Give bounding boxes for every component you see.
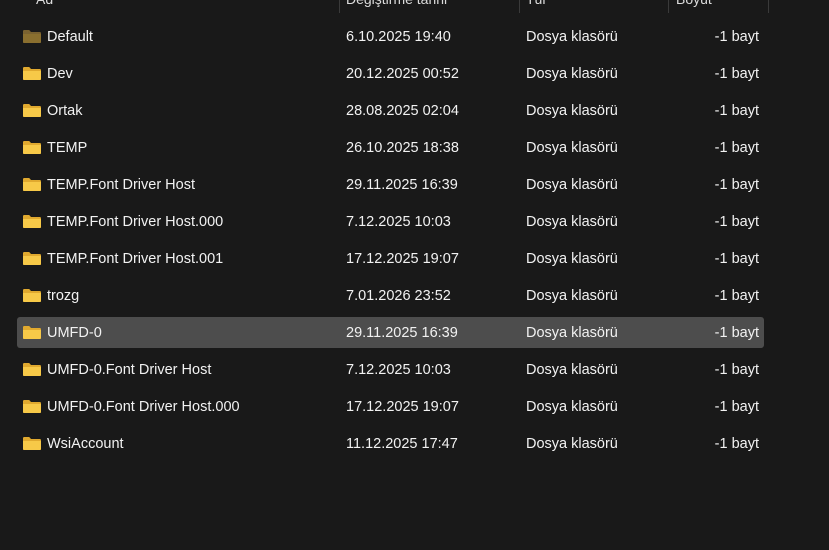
- file-row[interactable]: TEMP.Font Driver Host 29.11.2025 16:39 Dos…: [0, 167, 829, 204]
- folder-icon: [22, 436, 42, 451]
- file-type: Dosya klasörü: [526, 177, 618, 193]
- file-name: UMFD-0: [47, 325, 102, 341]
- file-name: Dev: [47, 66, 73, 82]
- folder-icon: [22, 103, 42, 118]
- column-header-row: ^ Ad Değiştirme tarihi Tür Boyut: [0, 0, 829, 13]
- file-type: Dosya klasörü: [526, 288, 618, 304]
- file-size: -1 bayt: [714, 436, 759, 452]
- folder-icon: [22, 362, 42, 377]
- folder-dim-icon: [22, 29, 42, 44]
- file-type: Dosya klasörü: [526, 103, 618, 119]
- file-type: Dosya klasörü: [526, 399, 618, 415]
- file-date: 29.11.2025 16:39: [346, 325, 458, 341]
- folder-icon: [22, 177, 42, 192]
- file-name: Ortak: [47, 103, 83, 119]
- file-name: WsiAccount: [47, 436, 124, 452]
- file-name: TEMP: [47, 140, 88, 156]
- file-type: Dosya klasörü: [526, 436, 618, 452]
- file-name: UMFD-0.Font Driver Host.000: [47, 399, 240, 415]
- file-size: -1 bayt: [714, 140, 759, 156]
- column-header-date[interactable]: Değiştirme tarihi: [346, 0, 447, 13]
- file-size: -1 bayt: [714, 29, 759, 45]
- column-divider[interactable]: [339, 0, 340, 13]
- file-row-selected[interactable]: UMFD-0 29.11.2025 16:39 Dosya klasörü -1 ba…: [0, 315, 829, 352]
- folder-icon: [22, 325, 42, 340]
- file-type: Dosya klasörü: [526, 251, 618, 267]
- file-date: 6.10.2025 19:40: [346, 29, 451, 45]
- column-divider[interactable]: [768, 0, 769, 13]
- file-type: Dosya klasörü: [526, 325, 618, 341]
- file-size: -1 bayt: [714, 288, 759, 304]
- folder-icon: [22, 288, 42, 303]
- file-date: 11.12.2025 17:47: [346, 436, 458, 452]
- column-header-name[interactable]: Ad: [36, 0, 53, 13]
- file-size: -1 bayt: [714, 325, 759, 341]
- file-name: TEMP.Font Driver Host.001: [47, 251, 224, 267]
- file-type: Dosya klasörü: [526, 214, 618, 230]
- file-size: -1 bayt: [714, 362, 759, 378]
- file-row[interactable]: UMFD-0.Font Driver Host 7.12.2025 10:03 Do…: [0, 352, 829, 389]
- file-size: -1 bayt: [714, 251, 759, 267]
- file-row[interactable]: TEMP 26.10.2025 18:38 Dosya klasörü -1 bayt: [0, 130, 829, 167]
- file-explorer-list: ^ Ad Değiştirme tarihi Tür Boyut Default…: [0, 0, 829, 550]
- file-type: Dosya klasörü: [526, 362, 618, 378]
- folder-icon: [22, 66, 42, 81]
- file-size: -1 bayt: [714, 177, 759, 193]
- file-row[interactable]: TEMP.Font Driver Host.000 7.12.2025 10:03…: [0, 204, 829, 241]
- file-type: Dosya klasörü: [526, 66, 618, 82]
- file-name: UMFD-0.Font Driver Host: [47, 362, 212, 378]
- file-date: 17.12.2025 19:07: [346, 251, 459, 267]
- file-list: Default 6.10.2025 19:40 Dosya klasörü -1 ba…: [0, 19, 829, 463]
- column-header-size[interactable]: Boyut: [676, 0, 712, 13]
- file-size: -1 bayt: [714, 399, 759, 415]
- file-date: 17.12.2025 19:07: [346, 399, 459, 415]
- file-size: -1 bayt: [714, 214, 759, 230]
- file-row[interactable]: Default 6.10.2025 19:40 Dosya klasörü -1 ba…: [0, 19, 829, 56]
- file-date: 7.01.2026 23:52: [346, 288, 451, 304]
- file-size: -1 bayt: [714, 66, 759, 82]
- file-row[interactable]: TEMP.Font Driver Host.001 17.12.2025 19:0…: [0, 241, 829, 278]
- file-name: TEMP.Font Driver Host: [47, 177, 195, 193]
- column-divider[interactable]: [519, 0, 520, 13]
- file-date: 7.12.2025 10:03: [346, 362, 451, 378]
- folder-icon: [22, 251, 42, 266]
- file-date: 28.08.2025 02:04: [346, 103, 459, 119]
- file-date: 26.10.2025 18:38: [346, 140, 459, 156]
- file-name: trozg: [47, 288, 80, 304]
- file-date: 20.12.2025 00:52: [346, 66, 459, 82]
- file-type: Dosya klasörü: [526, 29, 618, 45]
- folder-icon: [22, 399, 42, 414]
- file-row[interactable]: Ortak 28.08.2025 02:04 Dosya klasörü -1 bay…: [0, 93, 829, 130]
- folder-icon: [22, 140, 42, 155]
- file-row[interactable]: Dev 20.12.2025 00:52 Dosya klasörü -1 bayt: [0, 56, 829, 93]
- file-date: 7.12.2025 10:03: [346, 214, 451, 230]
- folder-icon: [22, 214, 42, 229]
- file-size: -1 bayt: [714, 103, 759, 119]
- file-row[interactable]: trozg 7.01.2026 23:52 Dosya klasörü -1 bayt: [0, 278, 829, 315]
- file-name: TEMP.Font Driver Host.000: [47, 214, 224, 230]
- column-divider[interactable]: [668, 0, 669, 13]
- file-row[interactable]: UMFD-0.Font Driver Host.000 17.12.2025 19…: [0, 389, 829, 426]
- column-header-type[interactable]: Tür: [526, 0, 547, 13]
- file-type: Dosya klasörü: [526, 140, 618, 156]
- file-name: Default: [47, 29, 93, 45]
- file-date: 29.11.2025 16:39: [346, 177, 458, 193]
- file-row[interactable]: WsiAccount 11.12.2025 17:47 Dosya klasörü -…: [0, 426, 829, 463]
